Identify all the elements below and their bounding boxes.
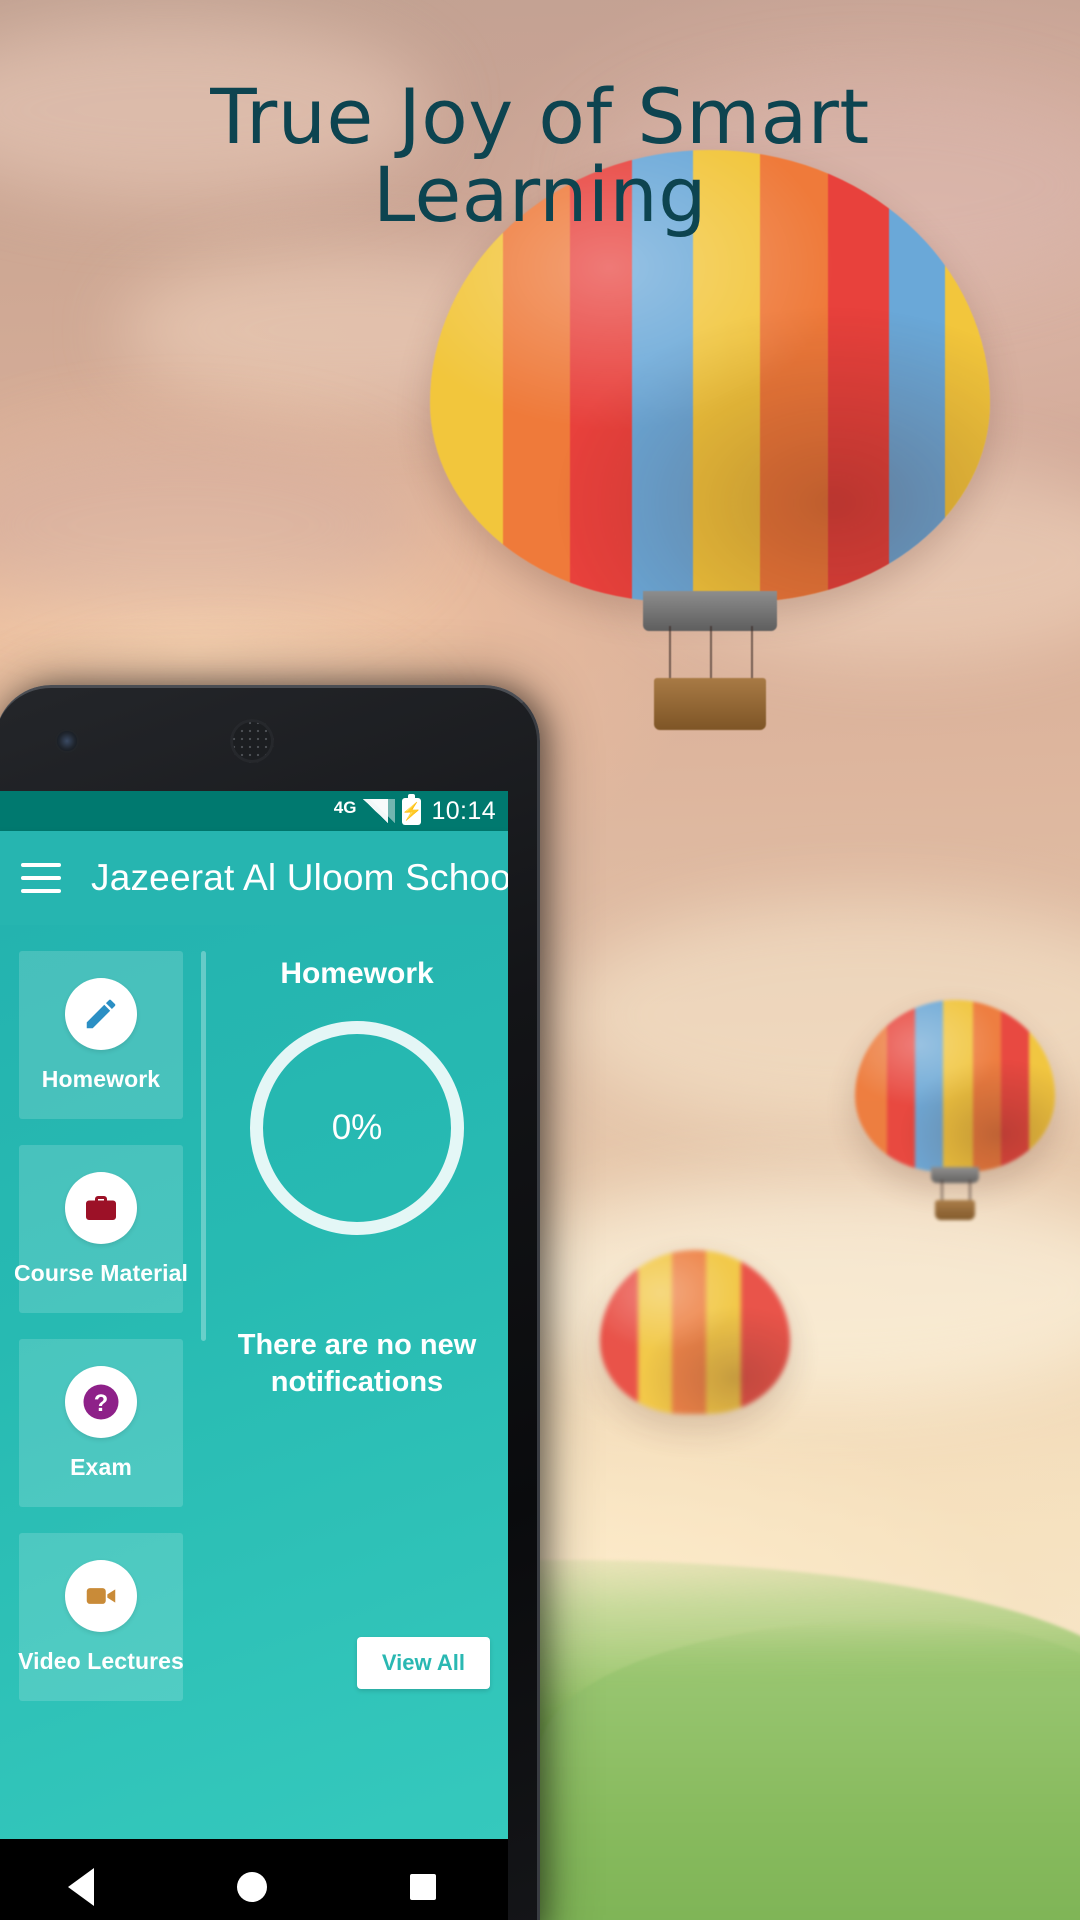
balloon-gore [600,1250,638,1414]
balloon-gore [638,1250,673,1414]
video-camera-icon [65,1559,137,1632]
balloon-gore [1001,1000,1029,1172]
balloon-envelope [600,1250,790,1414]
status-bar: 4G ⚡ 10:14 [0,791,508,831]
tile-label: Homework [41,1065,161,1092]
tile-label: Video Lectures [18,1647,184,1674]
balloon-ropes [939,1180,972,1203]
tile-label: Exam [70,1453,132,1480]
tile-label: Course Material [13,1259,189,1286]
charging-bolt-icon: ⚡ [401,801,423,821]
balloon-gore [740,1250,790,1414]
balloon-gore [672,1250,707,1414]
svg-text:?: ? [94,1391,108,1417]
notification-line-2: notifications [270,1366,444,1399]
balloon-basket [654,677,766,730]
promo-headline: True Joy of Smart Learning [0,77,1080,240]
view-all-button[interactable]: View All [356,1637,490,1689]
headline-line-1: True Joy of Smart [210,72,870,161]
balloon-gore [973,1000,1001,1172]
nav-home-button[interactable] [231,1866,273,1908]
balloon-gore [915,1000,943,1172]
tile-video-lectures[interactable]: Video Lectures [18,1533,184,1701]
hamburger-menu-icon[interactable] [21,863,61,893]
dashboard-panel: Homework 0% There are no new notificatio… [206,925,508,1839]
square-recents-icon [409,1874,436,1900]
circle-home-icon [236,1872,267,1902]
tile-course-material[interactable]: Course Material [14,1145,188,1313]
notifications-empty-message: There are no new notifications [238,1327,477,1401]
triangle-back-icon [67,1868,94,1906]
network-type-label: 4G [333,797,357,817]
headline-line-2: Learning [373,150,707,240]
dashboard-section-title: Homework [280,957,434,990]
tile-exam[interactable]: ? Exam [19,1339,183,1507]
balloon-gore [706,1250,741,1414]
pencil-icon [65,977,137,1050]
app-content: Homework Course Material ? Exam Video Le… [0,925,508,1839]
app-title: Jazeerat Al Uloom School [91,857,508,898]
balloon-gore [943,1000,973,1172]
signal-bars-icon [363,799,389,823]
homework-progress-ring: 0% [250,1021,464,1235]
briefcase-icon [65,1171,137,1244]
balloon-envelope [855,1000,1055,1172]
tile-homework[interactable]: Homework [19,951,183,1119]
nav-recents-button[interactable] [402,1866,444,1908]
quick-links-column: Homework Course Material ? Exam Video Le… [0,925,188,1839]
android-navigation-bar [0,1839,508,1920]
balloon-ropes [665,625,755,684]
balloon-basket [935,1200,975,1220]
hot-air-balloon-right [855,1000,1055,1220]
status-bar-clock: 10:14 [431,796,496,825]
balloon-gore [855,1000,887,1172]
front-camera-icon [57,731,77,751]
battery-charging-icon: ⚡ [401,793,423,825]
progress-percent-label: 0% [331,1108,383,1147]
phone-top-bezel [0,685,540,791]
phone-screen: 4G ⚡ 10:14 Jazeerat Al Uloom School Home… [0,791,508,1839]
balloon-gore [1029,1000,1055,1172]
app-bar: Jazeerat Al Uloom School [0,831,508,925]
question-mark-icon: ? [65,1365,137,1438]
nav-back-button[interactable] [60,1866,102,1908]
phone-mockup: 4G ⚡ 10:14 Jazeerat Al Uloom School Home… [0,685,540,1920]
notification-line-1: There are no new [237,1329,477,1361]
balloon-gore [887,1000,915,1172]
earpiece-speaker-icon [230,719,274,763]
hot-air-balloon-small [600,1250,790,1460]
